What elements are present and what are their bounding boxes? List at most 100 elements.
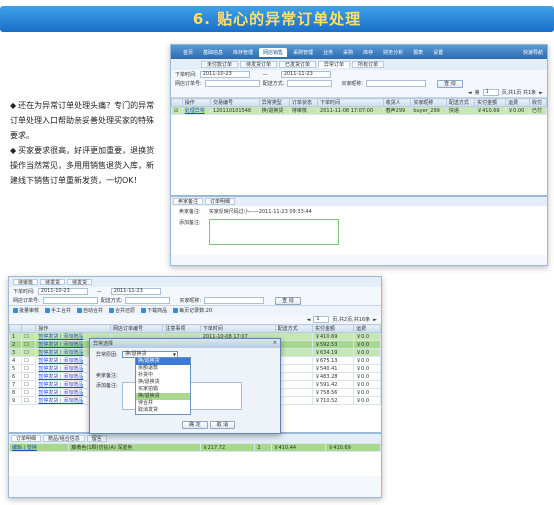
subtab[interactable]: 已发货订单 [279,61,317,68]
order-subtabs: 未付款订单 待发货订单 已发货订单 异常订单 所有订单 [171,59,547,70]
subtab[interactable]: 异常订单 [318,61,351,68]
column-header[interactable]: 操作 [181,98,211,107]
row-checkbox[interactable]: ☐ [21,364,37,373]
row-checkbox[interactable]: ☐ [21,396,37,405]
search-button[interactable]: 查 询 [437,79,463,88]
detail-tab[interactable]: 赠品/组合信息 [43,435,85,442]
item-name: 藤黄色(1颗)仿钻(A) 深蓝色 [68,443,201,452]
row-checkbox[interactable]: ☐ [21,332,37,341]
next-page-icon[interactable]: ► [539,90,543,96]
menu-item[interactable]: 库存管理 [229,48,257,57]
toolbar-item[interactable]: 每页记录数:20 [173,307,212,314]
diamond-icon: ◆ [10,146,17,155]
detail-tab[interactable]: 卖家备注 [173,198,204,205]
detail-tab[interactable]: 订单明细 [205,198,236,205]
cell-check[interactable]: ☑ [171,106,183,115]
window-tab[interactable]: 待审核 [13,279,39,286]
buyer-input[interactable] [366,80,427,87]
quick-nav-link[interactable]: 快速导航 [523,49,543,56]
column-header[interactable]: 收付 [529,98,547,107]
column-header[interactable]: 实付金额 [474,98,507,107]
fee: ￥0.0 [353,372,381,381]
menu-item[interactable]: 设置 [429,48,447,57]
column-header[interactable] [171,98,183,107]
detail-tab[interactable]: 订单明细 [11,435,42,442]
column-header[interactable]: 运费 [505,98,530,107]
row-checkbox[interactable]: ☐ [21,340,37,349]
subtab[interactable]: 待发货订单 [240,61,278,68]
detail-tab[interactable]: 留言 [86,435,107,442]
column-header[interactable]: 收货人 [382,98,412,107]
add-note-textarea[interactable] [208,219,339,245]
column-header[interactable]: 异常类型 [258,98,290,107]
column-header[interactable]: 实付金额 [311,324,355,333]
row-checkbox[interactable]: ☐ [21,388,37,397]
cancel-button[interactable]: 取 消 [209,421,236,429]
menu-item[interactable]: 基础信息 [199,48,227,57]
cell-op[interactable]: 处理异常 [181,106,211,115]
table-row[interactable]: 编辑 | 替换 藤黄色(1颗)仿钻(A) 深蓝色 ￥217.72 2 ￥410.… [9,443,381,452]
page-input[interactable]: 1 [482,89,499,96]
confirm-button[interactable]: 确 定 [182,421,208,429]
prev-page-icon[interactable]: ◄ [307,317,311,323]
delivery-select[interactable] [287,80,333,87]
menu-item[interactable]: 财务分析 [379,48,407,57]
column-header[interactable]: 操作 [35,324,111,333]
row-checkbox[interactable]: ☐ [21,356,37,365]
column-header[interactable]: 订单状态 [288,98,319,107]
column-header[interactable]: 交易编号 [209,98,260,107]
search-button[interactable]: 查 询 [275,296,301,305]
menu-item[interactable]: 业务 [319,48,337,57]
dropdown-option[interactable]: 补货中 [136,372,190,379]
column-header[interactable]: 运费 [353,324,381,333]
menu-item[interactable]: 采购管理 [289,48,317,57]
page-input[interactable]: 1 [313,316,330,323]
menu-item[interactable]: 采购 [339,48,357,57]
dropdown-option[interactable]: 待合并 [136,400,190,407]
close-icon[interactable]: × [273,340,277,347]
next-page-icon[interactable]: ► [373,317,377,323]
row-checkbox[interactable]: ☐ [21,348,37,357]
column-header[interactable]: 网店订单编号 [109,324,164,333]
dropdown-option[interactable]: 买家拍错 [136,386,190,393]
subtab[interactable]: 未付款订单 [201,61,239,68]
dropdown-option[interactable]: 换/退换货 [136,379,190,386]
column-header[interactable]: 注意事项 [162,324,201,333]
buyer-input[interactable] [204,297,265,304]
dropdown-option[interactable]: 余额退款 [136,365,190,372]
menu-item[interactable]: 库存 [359,48,377,57]
column-header[interactable]: 配送方式 [445,98,476,107]
row-actions[interactable]: 编辑 | 替换 [9,443,70,452]
dropdown-option[interactable]: 换/退换货 [136,358,190,365]
column-header[interactable]: 下单时间 [199,324,276,333]
table-row[interactable]: ☑ 处理异常 120110101548 换/退换货 待审核 2011-11-08 17:0… [171,106,547,115]
row-checkbox[interactable]: ☐ [21,380,37,389]
delivery-select[interactable] [125,297,171,304]
dropdown-option[interactable]: 换/退换货 [136,393,190,400]
toolbar-item[interactable]: 下载商品 [141,307,167,314]
menu-item[interactable]: 网店销售 [259,47,288,57]
row-checkbox[interactable]: ☐ [21,372,37,381]
date-from-input[interactable]: 2011-10-23 [37,288,88,295]
dropdown-option[interactable]: 取消发货 [136,407,190,414]
column-header[interactable] [9,324,23,333]
website-order-input[interactable] [42,297,98,304]
website-order-input[interactable] [204,80,260,87]
window-tab[interactable]: 待发货 [40,279,66,286]
column-header[interactable]: 买家昵称 [410,98,447,107]
date-from-input[interactable]: 2011-10-23 [199,71,250,78]
date-to-input[interactable]: 2011-11-23 [280,71,331,78]
subtab[interactable]: 所有订单 [352,61,385,68]
prev-page-icon[interactable]: ◄ [468,90,472,96]
window-tab[interactable]: 待发货 [67,279,93,286]
toolbar-item[interactable]: 合并还原 [109,307,135,314]
toolbar-item[interactable]: 自动合并 [77,307,103,314]
menu-item[interactable]: 报表 [409,48,427,57]
menu-item[interactable]: 首页 [179,48,197,57]
toolbar-item[interactable]: 手工合并 [45,307,71,314]
column-header[interactable] [21,324,37,333]
toolbar-item[interactable]: 批量审核 [13,307,39,314]
column-header[interactable]: 下单时间 [317,98,384,107]
date-to-input[interactable]: 2011-11-23 [110,288,161,295]
column-header[interactable]: 配送方式 [274,324,313,333]
